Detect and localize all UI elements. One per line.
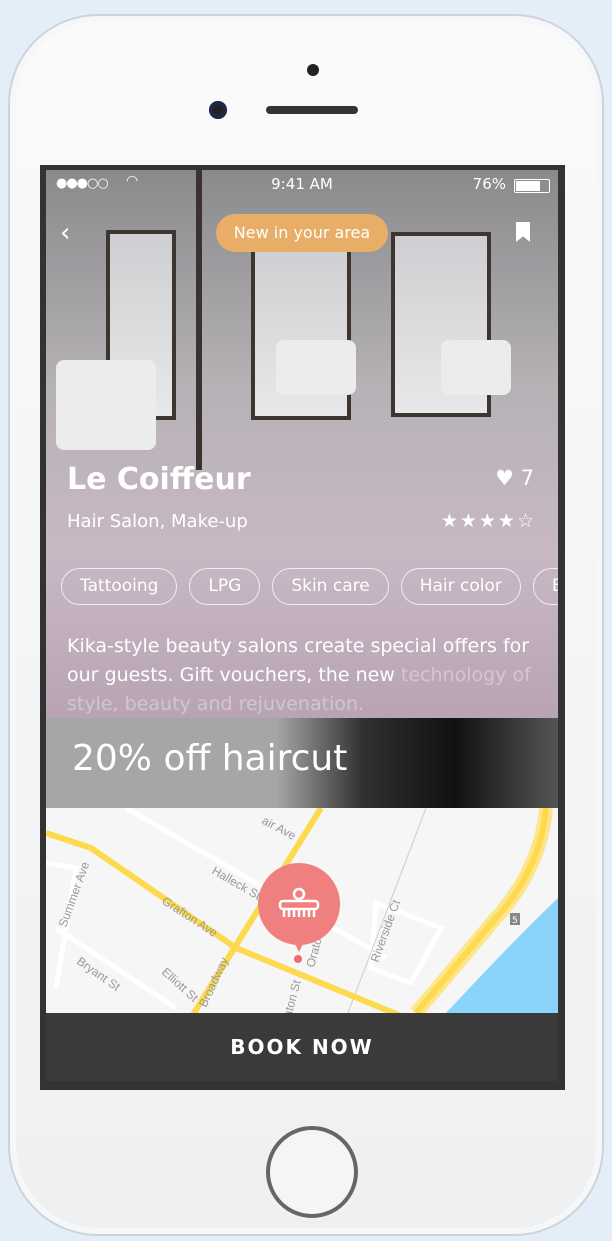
comb-icon bbox=[278, 887, 320, 917]
salon-name: Le Coiffeur bbox=[67, 462, 251, 497]
promo-text: 20% off haircut bbox=[72, 738, 348, 779]
battery-icon bbox=[514, 179, 550, 193]
proximity-sensor bbox=[307, 64, 319, 76]
battery-percent: 76% bbox=[472, 175, 506, 193]
status-bar: ●●●○○ ◠ 9:41 AM 76% bbox=[46, 170, 558, 198]
earpiece-speaker bbox=[266, 106, 358, 114]
home-button[interactable] bbox=[266, 1126, 358, 1218]
location-map[interactable]: 5 air Ave Halleck St Grafton Ave Summer … bbox=[46, 808, 558, 1013]
street-label: Grafton Ave bbox=[159, 894, 220, 940]
salon-map-pin[interactable] bbox=[258, 863, 340, 945]
service-tags: Tattooing LPG Skin care Hair color Bo bbox=[61, 568, 558, 605]
tag-partial[interactable]: Bo bbox=[532, 568, 558, 605]
new-in-area-badge: New in your area bbox=[216, 214, 388, 252]
screen: ●●●○○ ◠ 9:41 AM 76% ‹ New in your area L… bbox=[40, 165, 565, 1090]
minor-road bbox=[54, 925, 178, 1011]
front-camera bbox=[209, 101, 227, 119]
chevron-left-icon[interactable]: ‹ bbox=[60, 218, 70, 248]
street-label: aton St bbox=[280, 978, 304, 1013]
minor-road bbox=[124, 808, 388, 961]
street-label: Broadway bbox=[196, 955, 231, 1009]
grafton-ave bbox=[46, 830, 402, 1013]
like-count: 7 bbox=[520, 466, 534, 490]
heart-icon: ♥ bbox=[495, 466, 514, 490]
salon-description: Kika-style beauty salons create special … bbox=[67, 632, 547, 719]
tag-hair-color[interactable]: Hair color bbox=[400, 568, 521, 605]
star-rating: ★★★★☆ bbox=[440, 510, 536, 532]
tag-lpg[interactable]: LPG bbox=[189, 568, 261, 605]
location-dot bbox=[294, 955, 302, 963]
promo-banner[interactable]: 20% off haircut bbox=[46, 718, 558, 808]
street-label: Bryant St bbox=[74, 954, 123, 994]
book-now-button[interactable]: BOOK NOW bbox=[46, 1013, 558, 1081]
tag-tattooing[interactable]: Tattooing bbox=[61, 568, 178, 605]
route-shield-label: 5 bbox=[512, 916, 518, 926]
street-label: air Ave bbox=[260, 813, 299, 843]
salon-category: Hair Salon, Make-up bbox=[67, 511, 248, 532]
tag-skin-care[interactable]: Skin care bbox=[272, 568, 389, 605]
like-button[interactable]: ♥ 7 bbox=[495, 466, 534, 490]
